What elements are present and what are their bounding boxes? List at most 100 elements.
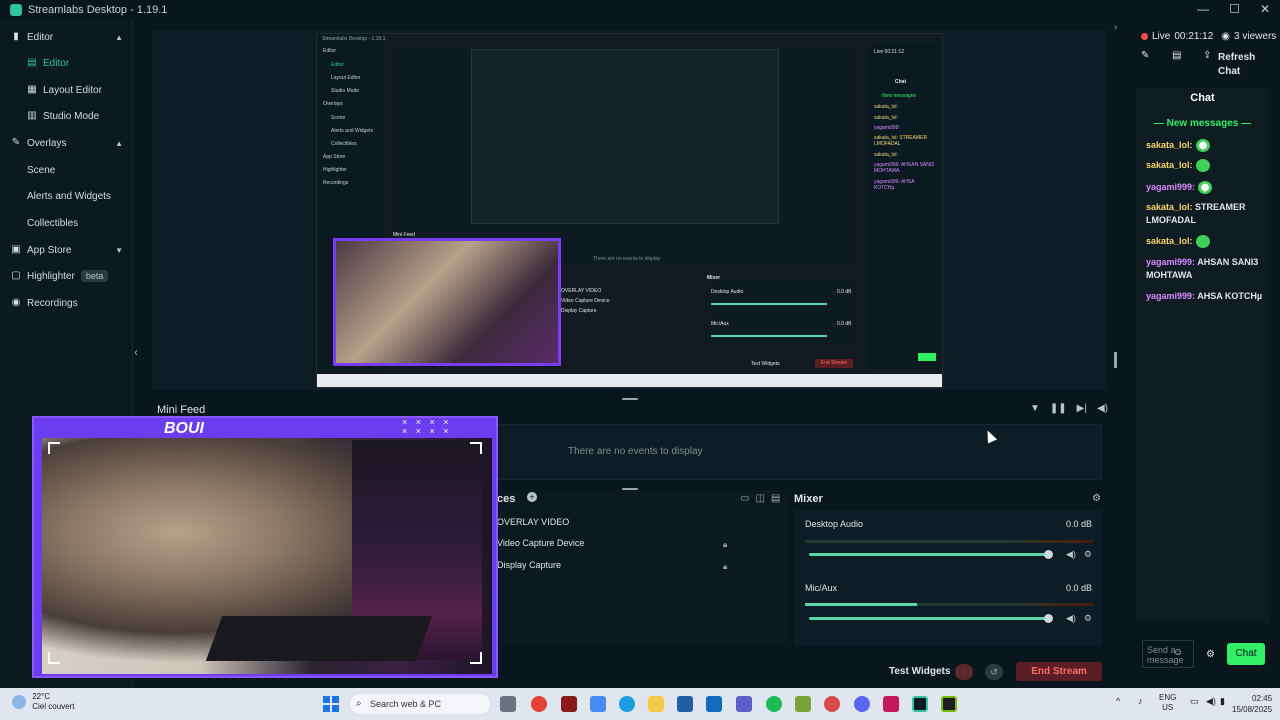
nested-mixer-db: 0.0 dB <box>837 321 852 327</box>
speaker-icon[interactable]: ◀) <box>1206 696 1216 707</box>
nested-nav-item: Alerts and Widgets <box>331 128 373 134</box>
replay-buffer-icon[interactable]: ↺ <box>985 664 1003 680</box>
chat-settings-gear-icon[interactable]: ⚙ <box>1206 649 1215 660</box>
store-app-icon[interactable] <box>677 696 693 712</box>
volume-slider[interactable] <box>809 614 1053 623</box>
mixer-settings-gear-icon[interactable]: ⚙ <box>1092 493 1101 504</box>
sidebar-item-editor-group[interactable]: ▮ Editor ▲ <box>0 24 133 50</box>
spotify-icon[interactable] <box>766 696 782 712</box>
microphone-icon[interactable]: ♪ <box>1138 696 1143 706</box>
sidebar-item-studio-mode[interactable]: ▥ Studio Mode <box>0 103 133 129</box>
source-item-display-capture[interactable]: Display Capture <box>497 560 561 570</box>
nested-empty-text: There are no events to display <box>593 256 661 262</box>
chat-message: sakata_lol: <box>1146 159 1264 173</box>
send-message-input[interactable]: Send a message <box>1142 640 1194 668</box>
emoji-icon[interactable]: ☺ <box>1173 647 1183 658</box>
layers-icon[interactable]: ▭ <box>740 493 749 504</box>
share-icon[interactable]: ⇪ <box>1203 50 1211 61</box>
nested-nav-item: Layout Editor <box>331 75 361 81</box>
add-source-icon[interactable]: + <box>527 492 537 502</box>
mute-icon[interactable]: ◀) <box>1066 613 1076 624</box>
volume-slider-knob[interactable] <box>1044 550 1053 559</box>
network-icon[interactable]: ▭ <box>1190 696 1199 707</box>
highlighter-icon: ▢ <box>11 270 21 281</box>
edge-icon[interactable] <box>619 696 635 712</box>
chrome-icon[interactable] <box>531 696 547 712</box>
nested-chat-line: yagami999: AHSA KOTCHµ <box>874 179 915 191</box>
windows-start-icon[interactable] <box>323 696 339 712</box>
refresh-chat-button[interactable]: Refresh Chat <box>1218 51 1278 79</box>
sidebar-item-recordings[interactable]: ◉ Recordings <box>0 290 133 316</box>
nested-live-label: Live 00:21:12 <box>874 49 905 55</box>
app-icon[interactable] <box>883 696 899 712</box>
frame-corner <box>48 442 60 454</box>
sidebar-item-collectibles[interactable]: Collectibles <box>0 210 133 236</box>
discord-icon[interactable] <box>854 696 870 712</box>
mixer-db-readout: 0.0 dB <box>1066 519 1093 529</box>
sidebar-item-label: Recordings <box>27 297 78 309</box>
chevron-up-icon[interactable]: ▲ <box>115 139 123 148</box>
language-indicator[interactable]: ENG US <box>1159 693 1176 713</box>
sidebar-item-layout-editor[interactable]: ▦ Layout Editor <box>0 77 133 103</box>
sidebar-item-highlighter[interactable]: ▢ Highlighter beta <box>0 263 133 289</box>
sidebar-item-editor[interactable]: ▤ Editor <box>0 50 133 76</box>
streamlabs-taskbar-icon[interactable] <box>912 696 928 712</box>
nested-source-item: Display Capture <box>561 308 597 314</box>
nvidia-icon[interactable] <box>941 696 957 712</box>
collapse-sidebar-icon[interactable]: ‹ <box>134 345 138 359</box>
opera-icon[interactable] <box>824 696 840 712</box>
end-stream-button[interactable]: End Stream <box>1016 662 1102 681</box>
battery-icon[interactable]: ▮ <box>1220 696 1225 707</box>
close-icon[interactable]: ✕ <box>1260 2 1270 16</box>
sidebar-item-app-store[interactable]: ▣ App Store ▼ <box>0 237 133 263</box>
lock-icon[interactable]: 🔒︎ <box>723 562 727 572</box>
sidebar-item-scene[interactable]: Scene <box>0 157 133 183</box>
nested-webcam <box>333 238 561 366</box>
window-title: Streamlabs Desktop - 1.19.1 <box>28 4 168 16</box>
group-icon[interactable]: ◫ <box>755 493 764 504</box>
teams-icon[interactable] <box>736 696 752 712</box>
minecraft-icon[interactable] <box>795 696 811 712</box>
skip-icon[interactable]: ▶| <box>1077 403 1087 414</box>
source-item-overlay-video[interactable]: OVERLAY VIDEO <box>497 517 569 527</box>
chevron-down-icon[interactable]: ▼ <box>115 246 123 255</box>
taskbar-search[interactable]: ⌕ Search web & PC <box>350 694 490 714</box>
mixer-channel-desktop-audio: Desktop Audio <box>805 519 864 529</box>
file-explorer-icon[interactable] <box>648 696 664 712</box>
lock-icon[interactable]: 🔒︎ <box>723 540 727 550</box>
volume-slider-knob[interactable] <box>1044 614 1053 623</box>
mute-icon[interactable]: ◀) <box>1066 549 1076 560</box>
volume-slider[interactable] <box>809 550 1053 559</box>
pause-icon[interactable]: ❚❚ <box>1050 403 1067 414</box>
minifeed-title: Mini Feed <box>157 404 206 416</box>
chat-message: sakata_lol: <box>1146 235 1264 249</box>
sidebar-item-alerts[interactable]: Alerts and Widgets <box>0 183 133 209</box>
nested-nav-item: Scene <box>331 115 346 121</box>
volume-icon[interactable]: ◀) <box>1097 403 1108 414</box>
task-view-icon[interactable] <box>500 696 516 712</box>
record-button[interactable] <box>955 664 973 680</box>
filter-icon[interactable]: ▼ <box>1030 403 1040 414</box>
outlook-icon[interactable] <box>706 696 722 712</box>
app-icon[interactable] <box>561 696 577 712</box>
maximize-icon[interactable]: ☐ <box>1229 2 1240 16</box>
copilot-icon[interactable] <box>590 696 606 712</box>
edit-pencil-icon[interactable]: ✎ <box>1141 50 1149 61</box>
taskbar-clock[interactable]: 02:45 15/08/2025 <box>1232 693 1272 715</box>
test-widgets-button[interactable]: Test Widgets <box>889 666 950 677</box>
expand-chat-icon[interactable]: › <box>1114 22 1117 33</box>
panel-resize-handle[interactable] <box>1114 352 1117 368</box>
recordings-icon: ◉ <box>11 297 21 308</box>
resize-handle[interactable] <box>622 398 638 400</box>
weather-widget[interactable]: 22°C Ciel couvert <box>12 692 74 712</box>
channel-settings-gear-icon[interactable]: ⚙ <box>1084 549 1092 560</box>
folder-icon[interactable]: ▤ <box>771 493 780 504</box>
minimize-icon[interactable]: — <box>1197 2 1209 16</box>
chat-send-button[interactable]: Chat <box>1227 643 1265 665</box>
popout-icon[interactable]: ▤ <box>1172 50 1181 61</box>
sidebar-item-overlays[interactable]: ✎ Overlays ▲ <box>0 130 133 156</box>
channel-settings-gear-icon[interactable]: ⚙ <box>1084 613 1092 624</box>
chevron-up-icon[interactable]: ▲ <box>115 33 123 42</box>
tray-chevron-up-icon[interactable]: ^ <box>1116 696 1120 706</box>
source-item-video-capture[interactable]: Video Capture Device <box>497 538 584 548</box>
